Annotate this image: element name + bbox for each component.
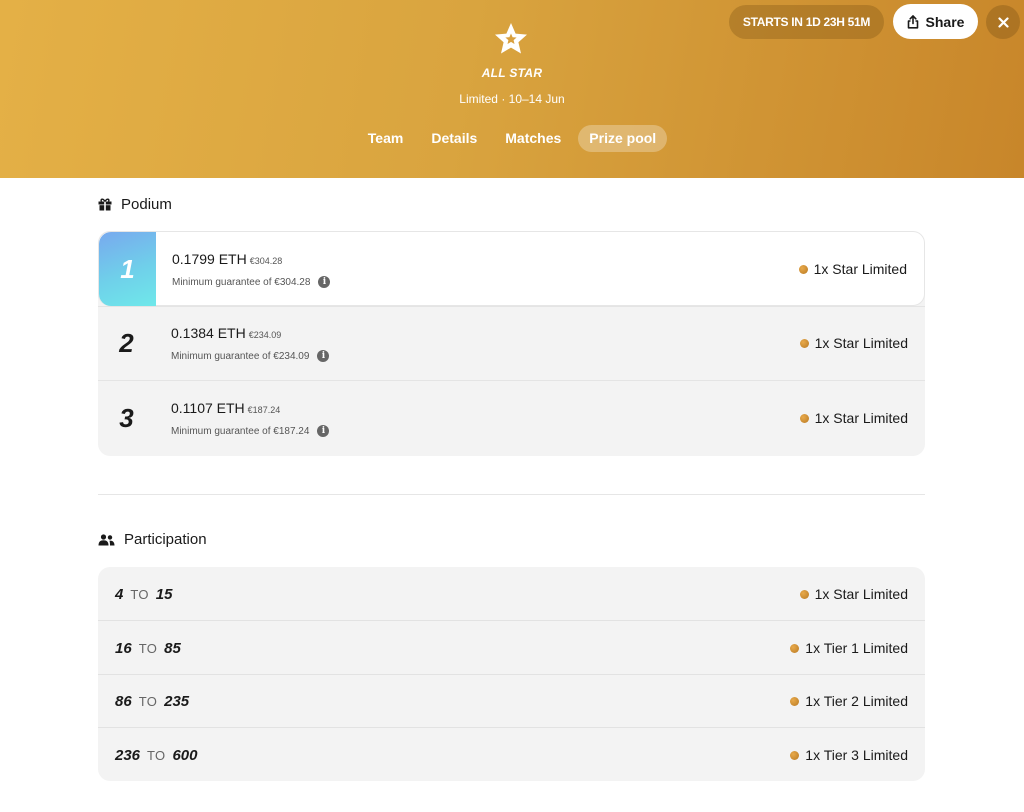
prize-eth: 0.1107 ETH: [171, 400, 245, 416]
card-dot-icon: [799, 589, 809, 599]
card-dot-icon: [790, 643, 800, 653]
tab-matches[interactable]: Matches: [494, 125, 572, 152]
podium-row: 2 0.1384 ETH €234.09 Minimum guarantee of…: [98, 306, 925, 381]
tab-team[interactable]: Team: [357, 125, 415, 152]
participation-section-title: Participation: [98, 531, 207, 548]
range-from: 236: [115, 746, 141, 764]
tab-prize-pool[interactable]: Prize pool: [578, 125, 668, 152]
users-icon: [98, 533, 115, 545]
prize-eth: 0.1384 ETH: [171, 325, 246, 341]
tab-details[interactable]: Details: [420, 125, 488, 152]
reward-label: 1x Star Limited: [813, 261, 907, 277]
reward: 1x Tier 1 Limited: [790, 640, 908, 656]
guarantee-text: Minimum guarantee of €187.24: [171, 425, 310, 437]
rank-range: 16 TO 85: [115, 621, 181, 675]
rank-range: 236 TO 600: [115, 728, 197, 781]
range-to: 600: [172, 746, 198, 764]
close-icon: [997, 16, 1009, 28]
competition-name: ALL STAR: [481, 66, 543, 80]
card-dot-icon: [799, 413, 809, 423]
prize-guarantee: Minimum guarantee of €187.24 i: [171, 425, 330, 437]
starts-in-badge: STARTS IN 1D 23H 51M: [729, 5, 884, 39]
podium-row: 1 0.1799 ETH €304.28 Minimum guarantee of…: [98, 231, 925, 306]
range-to-label: TO: [130, 586, 149, 602]
reward: 1x Star Limited: [799, 586, 908, 602]
range-to: 15: [155, 585, 173, 603]
rank-range: 4 TO 15: [115, 567, 172, 621]
star-icon: [495, 23, 527, 54]
range-from: 4: [115, 585, 124, 603]
podium-row: 3 0.1107 ETH €187.24 Minimum guarantee of…: [98, 381, 925, 456]
rank-range: 86 TO 235: [115, 674, 189, 728]
section-divider: [98, 494, 925, 495]
guarantee-text: Minimum guarantee of €234.09: [171, 350, 310, 362]
reward: 1x Tier 2 Limited: [790, 693, 908, 709]
info-icon[interactable]: i: [317, 425, 330, 437]
range-to: 85: [164, 639, 181, 657]
competition-header: ALL STAR Limited · 10–14 Jun Team Detail…: [0, 0, 1024, 178]
prize-eth: 0.1799 ETH: [172, 251, 247, 267]
participation-row: 4 TO 15 1x Star Limited: [98, 567, 925, 621]
info-icon[interactable]: i: [317, 350, 330, 362]
participation-row: 86 TO 235 1x Tier 2 Limited: [98, 674, 925, 728]
participation-list: 4 TO 15 1x Star Limited 16 TO 85 1x Tier…: [98, 567, 925, 781]
share-button[interactable]: Share: [893, 4, 978, 39]
reward: 1x Star Limited: [799, 335, 908, 351]
reward-label: 1x Tier 2 Limited: [805, 693, 908, 709]
prize-fiat: €187.24: [247, 405, 281, 415]
participation-row: 16 TO 85 1x Tier 1 Limited: [98, 621, 925, 675]
podium-list: 1 0.1799 ETH €304.28 Minimum guarantee of…: [98, 231, 925, 456]
podium-title: Podium: [121, 196, 172, 213]
gift-icon: [98, 198, 112, 211]
rank-number: 3: [119, 403, 134, 433]
prize-guarantee: Minimum guarantee of €304.28 i: [172, 276, 331, 288]
participation-title: Participation: [124, 531, 207, 548]
podium-section-title: Podium: [98, 196, 172, 213]
reward: 1x Tier 3 Limited: [790, 747, 908, 763]
card-dot-icon: [799, 338, 809, 348]
range-from: 86: [115, 692, 132, 710]
range-to: 235: [164, 692, 190, 710]
rank-number: 2: [119, 328, 134, 358]
prize-guarantee: Minimum guarantee of €234.09 i: [171, 350, 330, 362]
reward-label: 1x Tier 3 Limited: [805, 747, 908, 763]
range-to-label: TO: [138, 640, 158, 656]
range-to-label: TO: [138, 693, 158, 709]
participation-row: 236 TO 600 1x Tier 3 Limited: [98, 728, 925, 781]
prize-amount: 0.1384 ETH €234.09: [171, 325, 281, 341]
reward-label: 1x Star Limited: [814, 335, 908, 351]
prize-amount: 0.1799 ETH €304.28: [172, 251, 282, 267]
range-from: 16: [115, 639, 132, 657]
prize-fiat: €234.09: [248, 330, 282, 340]
guarantee-text: Minimum guarantee of €304.28: [172, 276, 311, 288]
prize-amount: 0.1107 ETH €187.24: [171, 400, 280, 416]
card-dot-icon: [790, 750, 800, 760]
reward: 1x Star Limited: [799, 410, 908, 426]
share-icon: [907, 14, 918, 29]
prize-fiat: €304.28: [249, 256, 283, 266]
card-dot-icon: [798, 264, 808, 274]
reward-label: 1x Tier 1 Limited: [805, 640, 908, 656]
competition-subtitle: Limited · 10–14 Jun: [459, 92, 565, 106]
share-label: Share: [925, 13, 965, 30]
range-to-label: TO: [147, 747, 166, 763]
reward: 1x Star Limited: [798, 261, 907, 277]
rank-badge: 1: [99, 232, 156, 306]
card-dot-icon: [790, 696, 800, 706]
reward-label: 1x Star Limited: [814, 586, 908, 602]
close-button[interactable]: [986, 5, 1020, 39]
tab-bar: Team Details Matches Prize pool: [0, 125, 1024, 152]
info-icon[interactable]: i: [318, 276, 331, 288]
reward-label: 1x Star Limited: [814, 410, 908, 426]
